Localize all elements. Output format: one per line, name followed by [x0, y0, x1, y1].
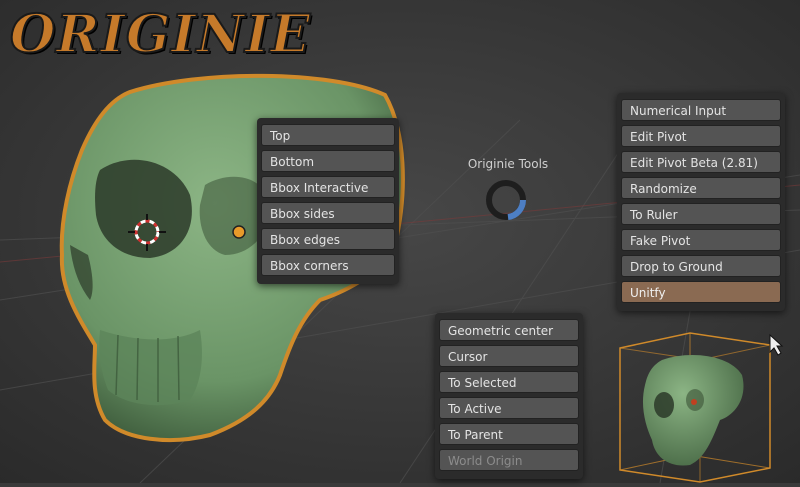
drop-to-ground-button[interactable]: Drop to Ground: [621, 255, 781, 277]
geometric-center-button[interactable]: Geometric center: [439, 319, 579, 341]
app-logo: ORIGINIE: [9, 3, 312, 66]
bbox-interactive-button[interactable]: Bbox Interactive: [261, 176, 395, 198]
unitfy-button[interactable]: Unitfy: [621, 281, 781, 303]
pie-right-column: Numerical Input Edit Pivot Edit Pivot Be…: [617, 93, 785, 311]
to-selected-button[interactable]: To Selected: [439, 371, 579, 393]
world-origin-button[interactable]: World Origin: [439, 449, 579, 471]
pie-bottom-column: Geometric center Cursor To Selected To A…: [435, 313, 583, 479]
to-parent-button[interactable]: To Parent: [439, 423, 579, 445]
fake-pivot-button[interactable]: Fake Pivot: [621, 229, 781, 251]
bbox-corners-button[interactable]: Bbox corners: [261, 254, 395, 276]
teeth-area: [99, 330, 202, 406]
to-active-button[interactable]: To Active: [439, 397, 579, 419]
to-ruler-button[interactable]: To Ruler: [621, 203, 781, 225]
randomize-button[interactable]: Randomize: [621, 177, 781, 199]
pie-menu-title: Originie Tools: [467, 157, 549, 171]
bbox-sides-button[interactable]: Bbox sides: [261, 202, 395, 224]
cursor-button[interactable]: Cursor: [439, 345, 579, 367]
edit-pivot-button[interactable]: Edit Pivot: [621, 125, 781, 147]
edit-pivot-beta-button[interactable]: Edit Pivot Beta (2.81): [621, 151, 781, 173]
bbox-edges-button[interactable]: Bbox edges: [261, 228, 395, 250]
top-button[interactable]: Top: [261, 124, 395, 146]
numerical-input-button[interactable]: Numerical Input: [621, 99, 781, 121]
pie-left-column: Top Bottom Bbox Interactive Bbox sides B…: [257, 118, 399, 284]
bottom-button[interactable]: Bottom: [261, 150, 395, 172]
object-origin-icon[interactable]: [232, 225, 246, 239]
